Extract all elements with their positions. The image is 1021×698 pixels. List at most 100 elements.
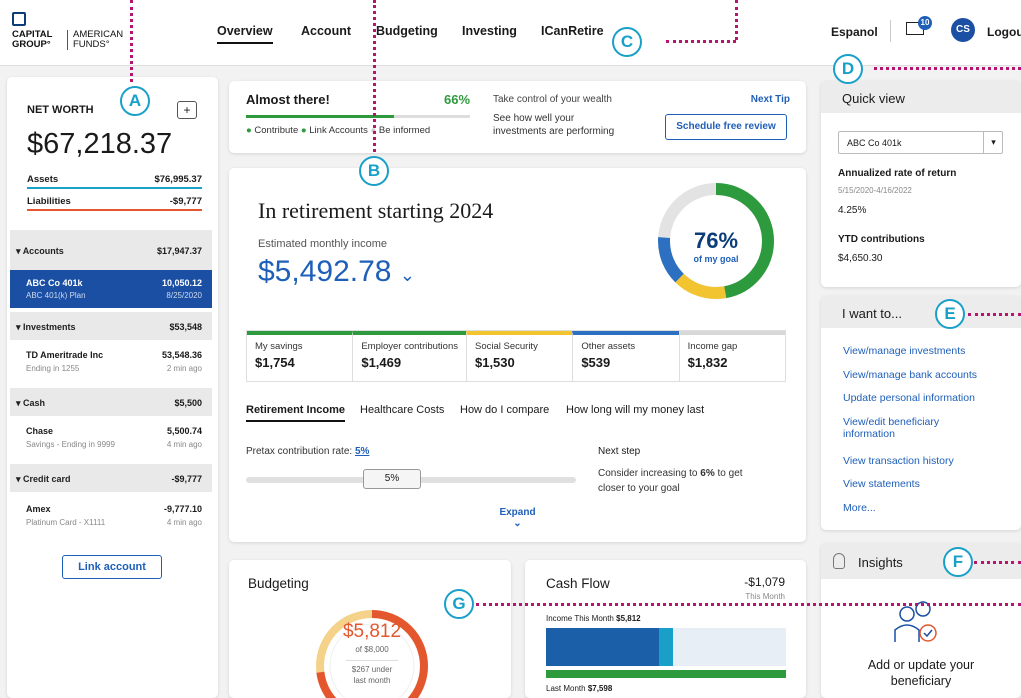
breakdown-label: My savings (255, 341, 303, 352)
capital-group-logo-icon[interactable] (12, 12, 26, 26)
budget-amount: $5,812 (342, 621, 402, 642)
connector-f (974, 561, 1021, 564)
next-step-text: Consider increasing to 6% to get closer t… (598, 466, 778, 496)
header-divider (890, 20, 891, 42)
liabilities-value: -$9,777 (169, 196, 202, 207)
link-transaction-history[interactable]: View transaction history (843, 455, 954, 467)
contribution-slider-handle[interactable]: 5% (363, 469, 421, 489)
breakdown-cell: My savings $1,754 (247, 331, 353, 381)
link-account-button[interactable]: Link account (62, 555, 162, 579)
link-more[interactable]: More... (843, 502, 876, 514)
step-be-informed: Be informed (378, 125, 431, 136)
retirement-title: In retirement starting 2024 (258, 198, 494, 223)
breakdown-cell: Other assets $539 (572, 331, 679, 381)
brand-subname: AMERICAN FUNDS° (67, 30, 123, 50)
next-tip-link[interactable]: Next Tip (740, 94, 790, 105)
next-step-post: to get (717, 468, 743, 479)
account-abc-401k[interactable] (10, 270, 212, 308)
link-manage-bank-accounts[interactable]: View/manage bank accounts (843, 369, 977, 381)
account-name[interactable]: Chase (26, 426, 53, 436)
ytd-value: $4,650.30 (838, 253, 883, 264)
cash-flow-period: This Month (745, 592, 785, 601)
nav-investing[interactable]: Investing (462, 24, 517, 38)
ytd-label: YTD contributions (838, 234, 925, 245)
schedule-review-button[interactable]: Schedule free review (665, 114, 787, 140)
tab-healthcare-costs[interactable]: Healthcare Costs (360, 404, 444, 416)
last-month-label: Last Month (546, 684, 586, 693)
link-edit-beneficiary[interactable]: View/edit beneficiary information (843, 416, 973, 440)
brand-line4: FUNDS° (73, 39, 110, 50)
connector-c-horizontal (666, 40, 736, 43)
progress-fill (246, 115, 394, 118)
tip-title: Take control of your wealth (493, 94, 612, 105)
lightbulb-icon (833, 553, 845, 569)
chevron-down-icon: ⌄ (399, 265, 415, 285)
investments-total: $53,548 (169, 322, 202, 332)
assets-bar (27, 187, 202, 189)
account-select[interactable]: ABC Co 401k (838, 131, 1003, 154)
nav-icanretire[interactable]: ICanRetire (541, 24, 604, 38)
insights-message[interactable]: Add or update your beneficiary (821, 657, 1021, 689)
next-step-rate: 6% (700, 468, 715, 479)
account-time: 4 min ago (166, 440, 202, 449)
breakdown-value: $1,832 (687, 355, 728, 370)
brand-name: CAPITAL GROUP° (12, 30, 52, 50)
account-time: 8/25/2020 (166, 291, 202, 300)
cash-total: $5,500 (174, 398, 202, 408)
income-value: $5,812 (616, 614, 641, 623)
breakdown-cell: Employer contributions $1,469 (352, 331, 466, 381)
link-statements[interactable]: View statements (843, 478, 920, 490)
chevron-down-icon: ⌄ (513, 518, 522, 529)
connector-d (874, 67, 1021, 70)
connector-e (968, 313, 1021, 316)
progress-title: Almost there! (246, 92, 330, 107)
callout-marker-b: B (359, 156, 389, 186)
tab-how-long-money[interactable]: How long will my money last (566, 404, 704, 416)
language-link[interactable]: Espanol (831, 25, 878, 39)
net-worth-value: $67,218.37 (27, 128, 173, 160)
goal-donut: 76% of my goal (658, 183, 774, 299)
account-name[interactable]: Amex (26, 504, 51, 514)
breakdown-label: Other assets (581, 341, 636, 352)
connector-g (476, 603, 1021, 606)
progress-percent: 66% (444, 92, 471, 107)
logout-link[interactable]: Logout (987, 25, 1021, 39)
nav-overview[interactable]: Overview (217, 24, 273, 44)
cash-flow-title: Cash Flow (546, 576, 610, 591)
connector-b (373, 0, 376, 152)
breakdown-value: $539 (581, 355, 611, 370)
expand-button[interactable]: Expand ⌄ (495, 507, 540, 529)
expand-label: Expand (499, 507, 536, 518)
link-manage-investments[interactable]: View/manage investments (843, 345, 965, 357)
callout-marker-d: D (833, 54, 863, 84)
nav-budgeting[interactable]: Budgeting (376, 24, 438, 38)
last-month: Last Month $7,598 (546, 684, 612, 693)
dropdown-arrow-icon[interactable]: ▾ (983, 131, 1003, 154)
breakdown-label: Income gap (687, 341, 738, 352)
net-worth-title: NET WORTH (27, 104, 94, 116)
add-widget-button[interactable]: + (177, 101, 197, 119)
tab-retirement-income[interactable]: Retirement Income (246, 404, 346, 422)
nav-account[interactable]: Account (301, 24, 351, 38)
account-sub: ABC 401(k) Plan (26, 291, 86, 300)
account-sub: Savings - Ending in 9999 (26, 440, 115, 449)
tab-how-do-i-compare[interactable]: How do I compare (460, 404, 549, 416)
account-name[interactable]: TD Ameritrade Inc (26, 350, 103, 360)
liabilities-bar (27, 209, 202, 211)
tip-body-1: See how well your (493, 113, 575, 124)
account-value: 53,548.36 (161, 350, 202, 360)
quick-view-title: Quick view (842, 91, 905, 106)
income-bar (546, 628, 659, 666)
connector-c-vertical (735, 0, 738, 40)
avatar[interactable]: CS (951, 18, 975, 42)
callout-marker-a: A (120, 86, 150, 116)
income-bar-highlight (658, 628, 674, 666)
contribution-rate-link[interactable]: 5% (355, 446, 369, 457)
retirement-amount[interactable]: $5,492.78 ⌄ (258, 255, 415, 289)
insights-line2: beneficiary (890, 674, 952, 688)
beneficiary-people-icon (894, 601, 937, 642)
contribution-rate-label: Pretax contribution rate: 5% (246, 446, 369, 457)
rate-label: Annualized rate of return (838, 168, 957, 179)
link-update-personal-info[interactable]: Update personal information (843, 392, 975, 404)
check-icon: ● (300, 125, 307, 136)
